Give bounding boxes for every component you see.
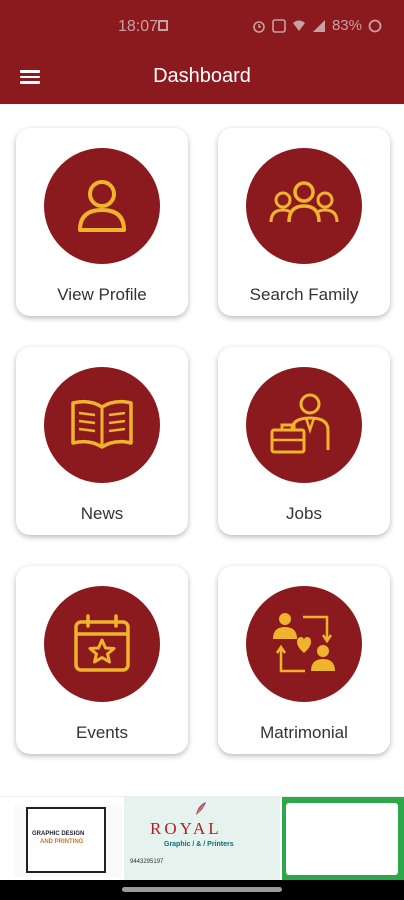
- battery-icon: [368, 19, 382, 32]
- open-book-icon: [71, 399, 133, 449]
- ad-left-line2: AND PRINTING: [40, 839, 84, 845]
- alarm-icon: [253, 20, 265, 33]
- tile-label: Matrimonial: [260, 723, 348, 742]
- user-icon: [78, 180, 126, 232]
- businessman-briefcase-icon: [270, 393, 330, 454]
- status-bar: 18:07 83%: [0, 0, 404, 52]
- ad-brand: ROYAL: [150, 819, 222, 838]
- tile-label: Search Family: [249, 285, 359, 304]
- calendar-star-icon: [74, 614, 130, 672]
- app-bar: Dashboard: [0, 52, 404, 104]
- tile-news[interactable]: News: [16, 347, 188, 535]
- page-title: Dashboard: [153, 65, 251, 87]
- status-icons: 83%: [252, 17, 382, 34]
- tile-icon-circle: [246, 148, 362, 264]
- home-gesture-pill[interactable]: [122, 887, 282, 892]
- couple-heart-icon: [273, 613, 335, 673]
- ad-left-line1: GRAPHIC DESIGN: [32, 831, 85, 837]
- tile-label: News: [80, 504, 124, 523]
- battery-percent: 83%: [331, 17, 362, 34]
- ad-phone: 9443295197: [130, 859, 164, 865]
- tile-view-profile[interactable]: View Profile: [16, 128, 188, 316]
- signal-icon: [312, 19, 325, 32]
- tile-events[interactable]: Events: [16, 566, 188, 754]
- tile-label: Events: [76, 723, 128, 742]
- tile-icon-circle: [44, 586, 160, 702]
- users-group-icon: [269, 181, 339, 223]
- tile-label: View Profile: [57, 285, 147, 304]
- feather-logo-icon: [196, 802, 206, 815]
- ad-mid-panel: ROYAL Graphic / & / Printers 9443295197: [124, 797, 280, 881]
- ad-subtitle: Graphic / & / Printers: [164, 841, 234, 848]
- tile-search-family[interactable]: Search Family: [218, 128, 390, 316]
- ad-services-list: [286, 803, 398, 875]
- system-nav-bar: [0, 880, 404, 900]
- tile-icon-circle: [246, 367, 362, 483]
- nfc-icon: [272, 18, 286, 33]
- tile-matrimonial[interactable]: Matrimonial: [218, 566, 390, 754]
- ad-banner[interactable]: GRAPHIC DESIGN AND PRINTING ROYAL Graphi…: [0, 796, 404, 881]
- tile-jobs[interactable]: Jobs: [218, 347, 390, 535]
- ad-left-panel: GRAPHIC DESIGN AND PRINTING: [14, 805, 122, 877]
- tile-icon-circle: [44, 148, 160, 264]
- status-time: 18:07: [118, 18, 159, 35]
- gallery-notification-icon: [158, 20, 168, 31]
- ad-right-panel: [282, 797, 404, 881]
- tile-label: Jobs: [286, 504, 322, 523]
- tile-icon-circle: [44, 367, 160, 483]
- tile-icon-circle: [246, 586, 362, 702]
- wifi-icon: [292, 20, 305, 31]
